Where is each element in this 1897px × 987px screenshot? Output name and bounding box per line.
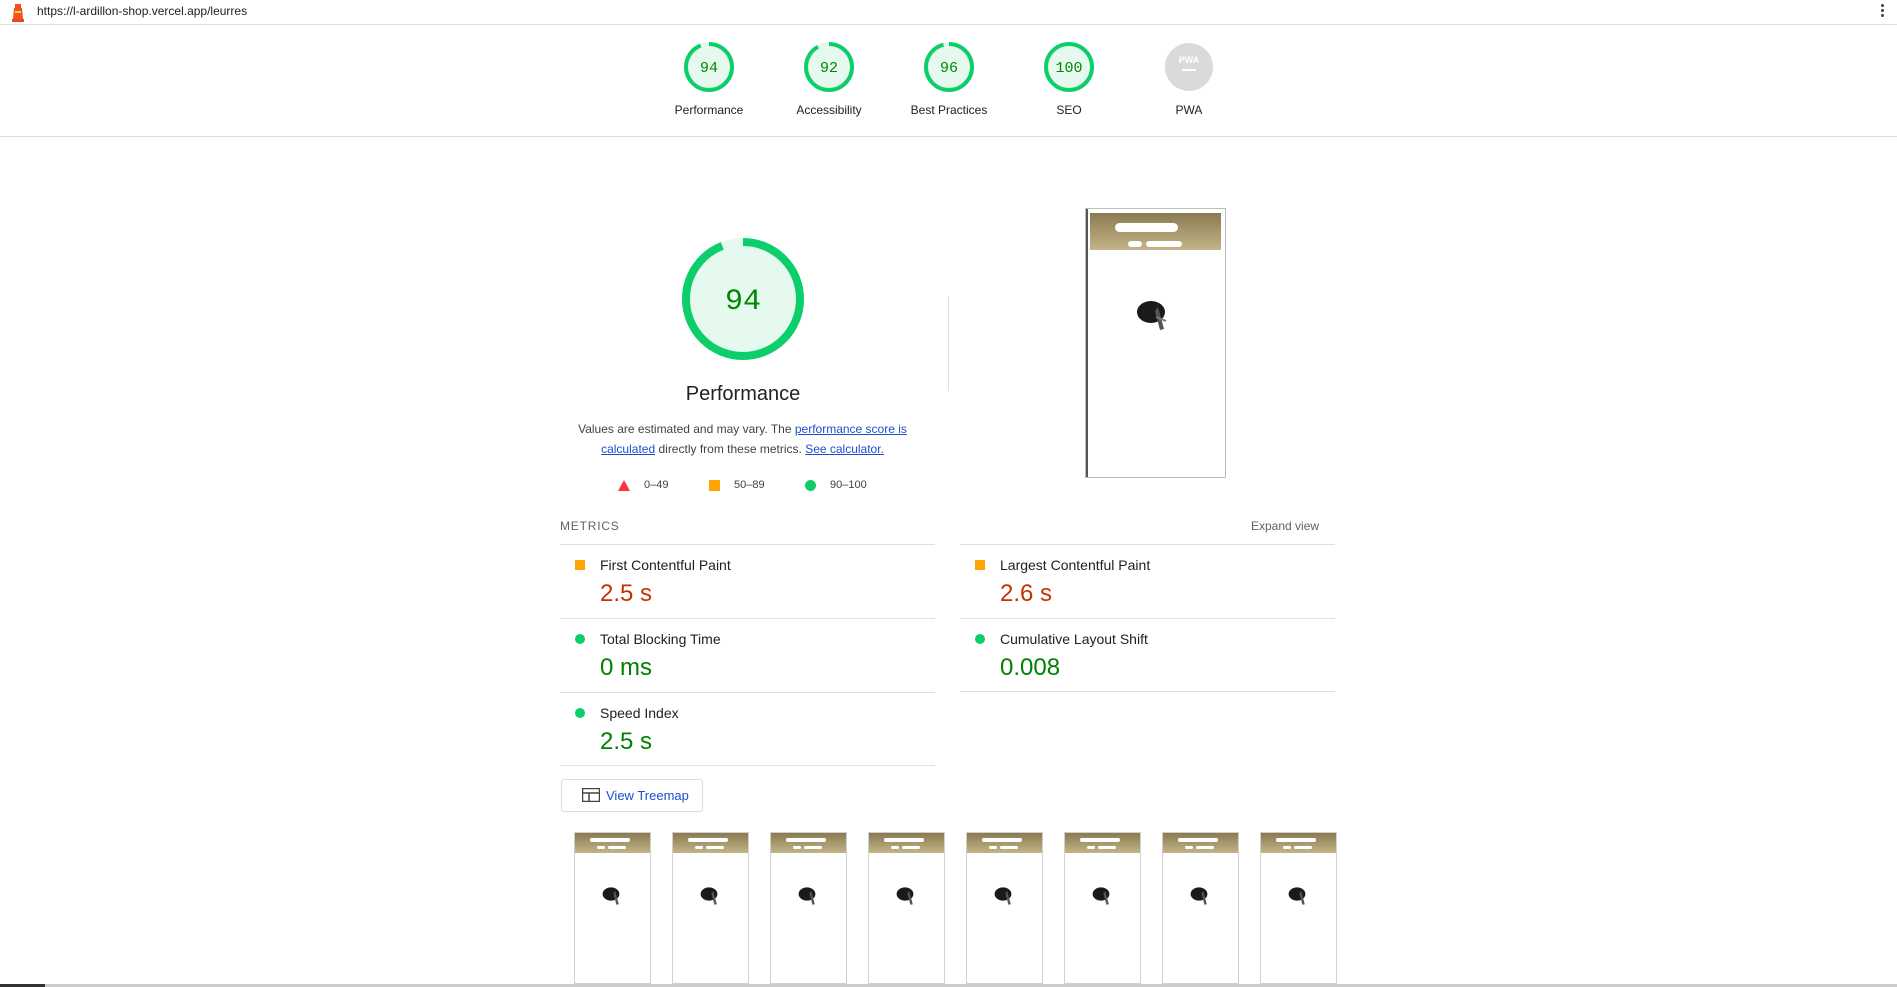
gauge-seo-score: 100 xyxy=(1055,60,1082,77)
metric-value: 0.008 xyxy=(1000,654,1061,681)
legend-fail-range: 0–49 xyxy=(644,479,669,491)
gauge-accessibility-ring: 92 xyxy=(804,42,854,92)
pwa-badge-icon: PWA xyxy=(1165,43,1213,91)
legend-average: 50–89 xyxy=(709,479,765,491)
metric-name: Cumulative Layout Shift xyxy=(1000,631,1148,647)
metric-name: First Contentful Paint xyxy=(600,557,731,573)
filmstrip-frame xyxy=(1064,832,1141,984)
treemap-icon xyxy=(582,788,600,802)
pass-circle-icon xyxy=(575,634,585,644)
performance-description: Values are estimated and may vary. The p… xyxy=(565,419,920,459)
metric-value: 2.5 s xyxy=(600,580,653,607)
report-url[interactable]: https://l-ardillon-shop.vercel.app/leurr… xyxy=(37,4,247,18)
pass-circle-icon xyxy=(975,634,985,644)
lure-image-icon xyxy=(1092,887,1110,905)
divider xyxy=(948,296,949,391)
view-treemap-label: View Treemap xyxy=(606,788,689,803)
performance-title: Performance xyxy=(685,383,801,405)
filmstrip-frame xyxy=(1260,832,1337,984)
more-options-icon[interactable] xyxy=(1879,2,1885,20)
gauge-performance[interactable]: 94 Performance xyxy=(649,41,769,117)
average-square-icon xyxy=(975,560,985,570)
desc-middle: directly from these metrics. xyxy=(655,442,806,456)
metric-cumulative-layout-shift: Cumulative Layout Shift 0.008 xyxy=(960,618,1335,692)
gauge-seo-ring: 100 xyxy=(1044,42,1094,92)
gauge-accessibility[interactable]: 92 Accessibility xyxy=(769,41,889,117)
lure-image-icon xyxy=(994,887,1012,905)
desc-prefix: Values are estimated and may vary. The xyxy=(578,422,795,436)
pwa-badge-text: PWA xyxy=(1179,55,1200,65)
lure-image-icon xyxy=(896,887,914,905)
gauge-best-practices[interactable]: 96 Best Practices xyxy=(889,41,1009,117)
divider xyxy=(560,765,935,766)
lure-image-icon xyxy=(1190,887,1208,905)
average-square-icon xyxy=(575,560,585,570)
metric-name: Speed Index xyxy=(600,705,679,721)
filmstrip-frame xyxy=(1162,832,1239,984)
triangle-icon xyxy=(618,479,630,491)
performance-gauge: 94 xyxy=(682,238,804,360)
url-bar: https://l-ardillon-shop.vercel.app/leurr… xyxy=(0,0,1897,25)
lure-image-icon xyxy=(798,887,816,905)
lure-image-icon xyxy=(700,887,718,905)
lure-image-icon xyxy=(1137,301,1167,330)
legend-average-range: 50–89 xyxy=(734,479,765,491)
gauge-seo[interactable]: 100 SEO xyxy=(1009,41,1129,117)
square-icon xyxy=(709,479,720,491)
gauge-performance-ring: 94 xyxy=(684,42,734,92)
performance-score: 94 xyxy=(725,285,761,319)
metric-name: Largest Contentful Paint xyxy=(1000,557,1151,573)
pass-circle-icon xyxy=(575,708,585,718)
filmstrip-frame xyxy=(574,832,651,984)
metric-value: 0 ms xyxy=(600,654,653,681)
gauge-pwa[interactable]: PWA PWA xyxy=(1129,41,1249,117)
see-calculator-link[interactable]: See calculator. xyxy=(805,442,884,456)
circle-icon xyxy=(805,479,816,491)
filmstrip-frame xyxy=(868,832,945,984)
metric-name: Total Blocking Time xyxy=(600,631,721,647)
filmstrip-frame xyxy=(672,832,749,984)
category-gauges: 94 Performance 92 Accessibility 96 Best … xyxy=(0,25,1897,137)
gauge-best-practices-label: Best Practices xyxy=(910,103,988,117)
metrics-title: METRICS xyxy=(560,519,620,533)
divider xyxy=(960,691,1335,692)
metric-speed-index: Speed Index 2.5 s xyxy=(560,692,935,766)
filmstrip-frame xyxy=(966,832,1043,984)
gauge-seo-label: SEO xyxy=(1056,103,1082,117)
gauge-performance-score: 94 xyxy=(700,60,718,77)
legend-fail: 0–49 xyxy=(618,479,668,491)
gauge-best-practices-ring: 96 xyxy=(924,42,974,92)
metric-first-contentful-paint: First Contentful Paint 2.5 s xyxy=(560,544,935,618)
metric-value: 2.5 s xyxy=(600,728,653,755)
gauge-performance-label: Performance xyxy=(674,103,744,117)
view-treemap-button[interactable]: View Treemap xyxy=(561,779,703,812)
gauge-best-practices-score: 96 xyxy=(940,60,958,77)
metric-largest-contentful-paint: Largest Contentful Paint 2.6 s xyxy=(960,544,1335,618)
gauge-pwa-label: PWA xyxy=(1175,103,1203,117)
expand-view-toggle[interactable]: Expand view xyxy=(1251,519,1319,533)
metric-total-blocking-time: Total Blocking Time 0 ms xyxy=(560,618,935,692)
final-screenshot[interactable] xyxy=(1085,208,1226,478)
lure-image-icon xyxy=(602,887,620,905)
legend-pass-range: 90–100 xyxy=(830,479,867,491)
metric-value: 2.6 s xyxy=(1000,580,1053,607)
filmstrip-frame xyxy=(770,832,847,984)
gauge-accessibility-score: 92 xyxy=(820,60,838,77)
lure-image-icon xyxy=(1288,887,1306,905)
legend-pass: 90–100 xyxy=(805,479,867,491)
lighthouse-logo-icon xyxy=(12,4,24,22)
gauge-accessibility-label: Accessibility xyxy=(796,103,862,117)
